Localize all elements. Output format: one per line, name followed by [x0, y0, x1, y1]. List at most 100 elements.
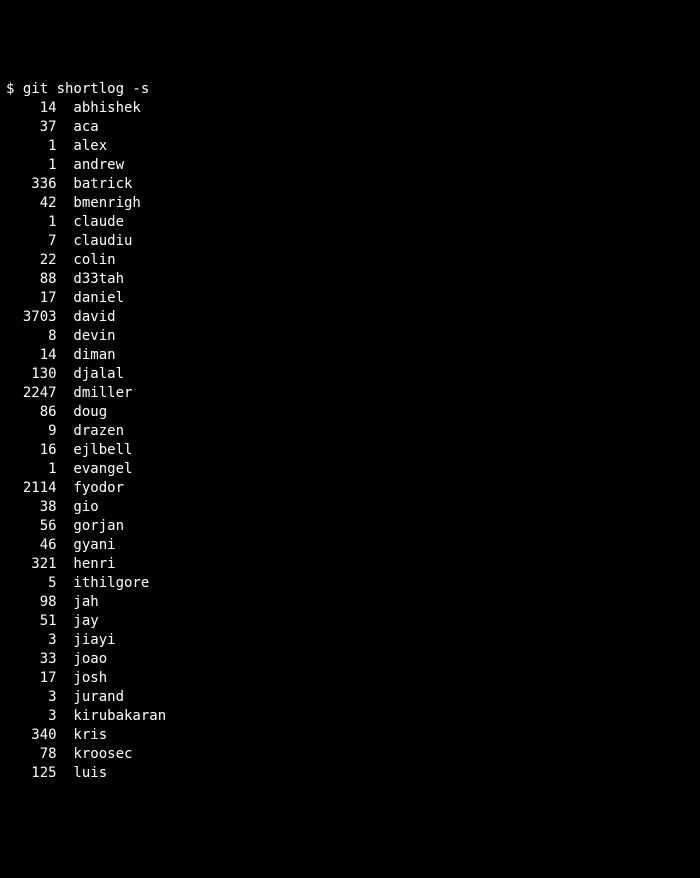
commit-count: 17	[6, 669, 57, 688]
commit-count: 2247	[6, 384, 57, 403]
shortlog-row: 86 doug	[6, 403, 694, 422]
author-name: kirubakaran	[73, 707, 166, 726]
commit-count: 14	[6, 99, 57, 118]
author-name: gio	[73, 498, 98, 517]
commit-count: 8	[6, 327, 57, 346]
author-name: batrick	[73, 175, 132, 194]
author-name: jurand	[73, 688, 124, 707]
author-name: jiayi	[73, 631, 115, 650]
shortlog-row: 2114 fyodor	[6, 479, 694, 498]
author-name: ithilgore	[73, 574, 149, 593]
author-name: devin	[73, 327, 115, 346]
shortlog-row: 321 henri	[6, 555, 694, 574]
shortlog-row: 3 jiayi	[6, 631, 694, 650]
shortlog-row: 7 claudiu	[6, 232, 694, 251]
commit-count: 38	[6, 498, 57, 517]
commit-count: 16	[6, 441, 57, 460]
author-name: claude	[73, 213, 124, 232]
commit-count: 51	[6, 612, 57, 631]
author-name: bmenrigh	[73, 194, 140, 213]
commit-count: 1	[6, 137, 57, 156]
commit-count: 42	[6, 194, 57, 213]
shortlog-row: 8 devin	[6, 327, 694, 346]
commit-count: 22	[6, 251, 57, 270]
author-name: gorjan	[73, 517, 124, 536]
commit-count: 1	[6, 460, 57, 479]
shortlog-row: 78 kroosec	[6, 745, 694, 764]
author-name: claudiu	[73, 232, 132, 251]
shortlog-row: 2247 dmiller	[6, 384, 694, 403]
shortlog-row: 1 andrew	[6, 156, 694, 175]
shortlog-row: 33 joao	[6, 650, 694, 669]
commit-count: 9	[6, 422, 57, 441]
author-name: andrew	[73, 156, 124, 175]
shortlog-row: 88 d33tah	[6, 270, 694, 289]
shortlog-row: 17 josh	[6, 669, 694, 688]
author-name: jay	[73, 612, 98, 631]
author-name: kroosec	[73, 745, 132, 764]
commit-count: 86	[6, 403, 57, 422]
commit-count: 14	[6, 346, 57, 365]
shortlog-row: 51 jay	[6, 612, 694, 631]
commit-count: 7	[6, 232, 57, 251]
commit-count: 98	[6, 593, 57, 612]
shortlog-row: 22 colin	[6, 251, 694, 270]
commit-count: 125	[6, 764, 57, 783]
author-name: josh	[73, 669, 107, 688]
shortlog-entries: 14 abhishek37 aca1 alex1 andrew336 batri…	[6, 99, 694, 783]
shortlog-row: 125 luis	[6, 764, 694, 783]
commit-count: 2114	[6, 479, 57, 498]
shortlog-row: 336 batrick	[6, 175, 694, 194]
author-name: david	[73, 308, 115, 327]
author-name: d33tah	[73, 270, 124, 289]
commit-count: 130	[6, 365, 57, 384]
shortlog-row: 14 diman	[6, 346, 694, 365]
author-name: fyodor	[73, 479, 124, 498]
shortlog-row: 130 djalal	[6, 365, 694, 384]
commit-count: 3	[6, 707, 57, 726]
author-name: doug	[73, 403, 107, 422]
shortlog-row: 14 abhishek	[6, 99, 694, 118]
commit-count: 1	[6, 213, 57, 232]
shortlog-row: 46 gyani	[6, 536, 694, 555]
shortlog-row: 3703 david	[6, 308, 694, 327]
shortlog-row: 56 gorjan	[6, 517, 694, 536]
author-name: abhishek	[73, 99, 140, 118]
commit-count: 340	[6, 726, 57, 745]
commit-count: 37	[6, 118, 57, 137]
author-name: djalal	[73, 365, 124, 384]
author-name: alex	[73, 137, 107, 156]
commit-count: 321	[6, 555, 57, 574]
shortlog-row: 1 evangel	[6, 460, 694, 479]
author-name: ejlbell	[73, 441, 132, 460]
command-line: $ git shortlog -s	[6, 81, 149, 97]
author-name: diman	[73, 346, 115, 365]
shortlog-row: 340 kris	[6, 726, 694, 745]
shortlog-row: 1 alex	[6, 137, 694, 156]
shortlog-row: 42 bmenrigh	[6, 194, 694, 213]
author-name: daniel	[73, 289, 124, 308]
commit-count: 17	[6, 289, 57, 308]
shortlog-row: 9 drazen	[6, 422, 694, 441]
shortlog-row: 38 gio	[6, 498, 694, 517]
shortlog-row: 3 kirubakaran	[6, 707, 694, 726]
commit-count: 46	[6, 536, 57, 555]
author-name: evangel	[73, 460, 132, 479]
author-name: dmiller	[73, 384, 132, 403]
author-name: jah	[73, 593, 98, 612]
shortlog-row: 98 jah	[6, 593, 694, 612]
terminal-output: $ git shortlog -s 14 abhishek37 aca1 ale…	[6, 80, 694, 783]
commit-count: 1	[6, 156, 57, 175]
commit-count: 3703	[6, 308, 57, 327]
author-name: joao	[73, 650, 107, 669]
commit-count: 336	[6, 175, 57, 194]
commit-count: 33	[6, 650, 57, 669]
shortlog-row: 3 jurand	[6, 688, 694, 707]
commit-count: 78	[6, 745, 57, 764]
author-name: drazen	[73, 422, 124, 441]
commit-count: 3	[6, 631, 57, 650]
shortlog-row: 17 daniel	[6, 289, 694, 308]
shortlog-row: 16 ejlbell	[6, 441, 694, 460]
commit-count: 3	[6, 688, 57, 707]
shortlog-row: 5 ithilgore	[6, 574, 694, 593]
